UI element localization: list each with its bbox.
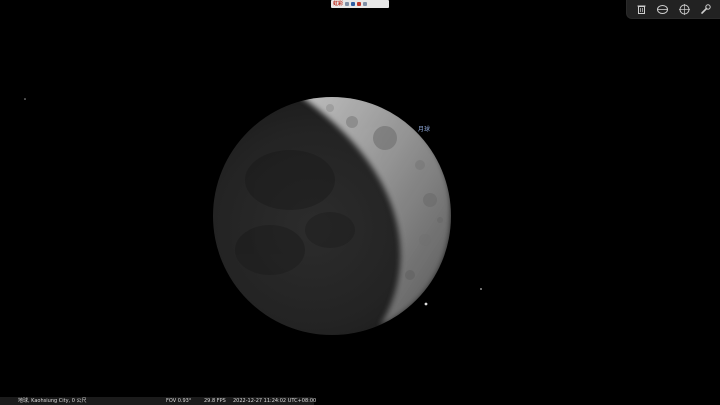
sky-scene — [24, 97, 482, 335]
location-text[interactable]: 地球, Kaohsiung City, 0 公尺 — [18, 397, 87, 405]
star[interactable] — [480, 288, 482, 290]
moon-label[interactable]: 月球 — [418, 126, 430, 133]
fps-text: 29.8 FPS — [204, 398, 226, 404]
status-bar: 地球, Kaohsiung City, 0 公尺 FOV 0.93° 29.8 … — [0, 397, 316, 405]
datetime-text[interactable]: 2022-12-27 11:24:02 UTC+08:00 — [233, 397, 316, 405]
sky-viewport[interactable]: 虹彩 月球 地球, Kaohsiung City, 0 公尺 FOV 0.93°… — [0, 0, 720, 405]
fov-text: FOV 0.93° — [166, 398, 192, 404]
star[interactable] — [24, 98, 26, 100]
star[interactable] — [424, 302, 428, 306]
